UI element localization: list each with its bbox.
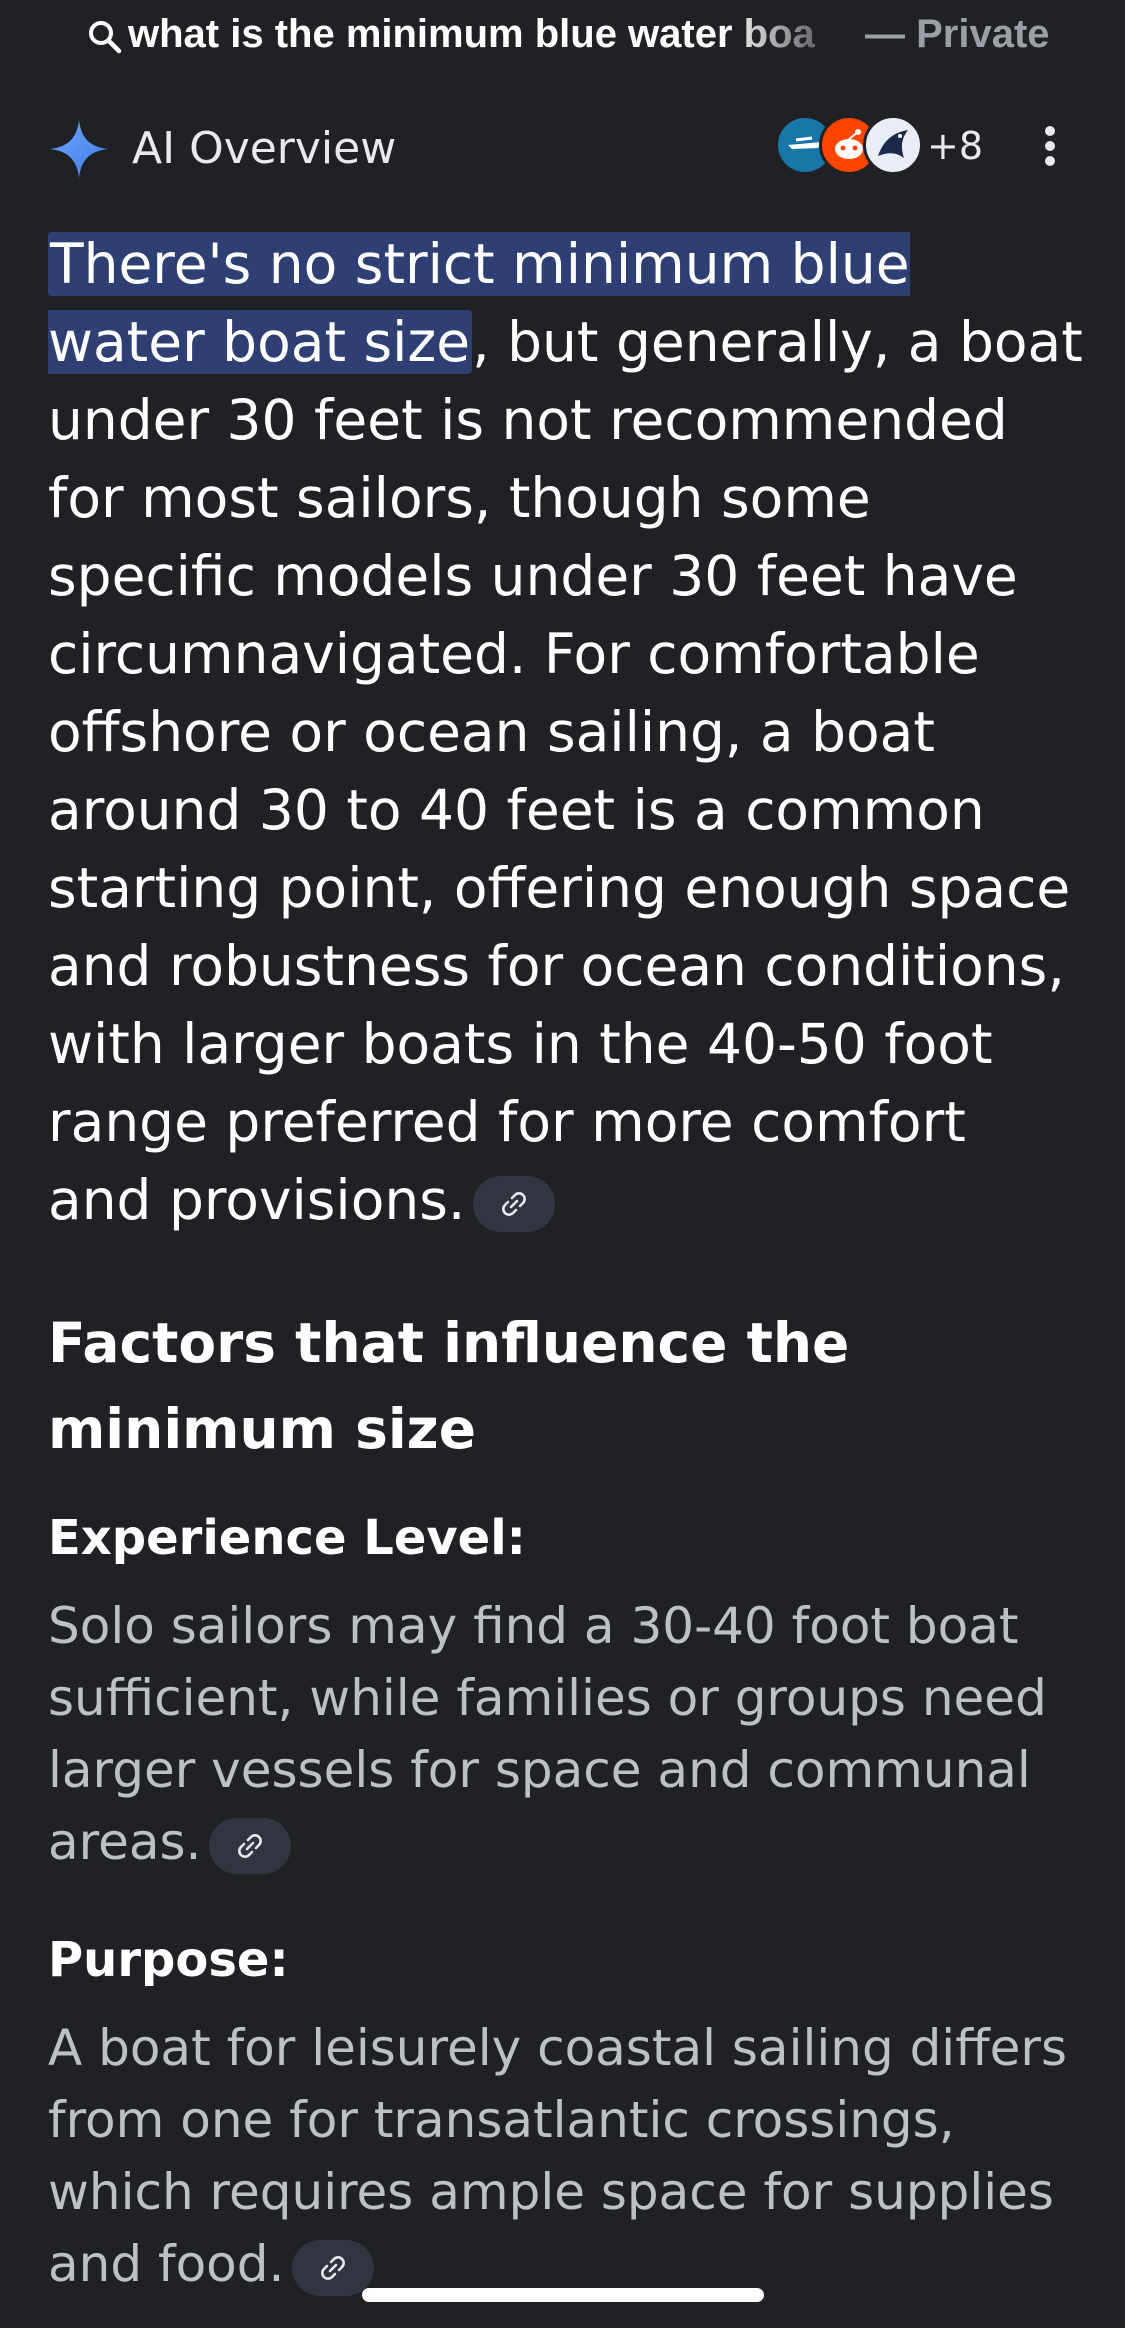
- factor-body-experience: Solo sailors may find a 30-40 foot boat …: [48, 1590, 1078, 1878]
- source-avatar-eagle[interactable]: [863, 115, 923, 175]
- ai-overview-header: AI Overview +8: [0, 110, 1125, 184]
- ai-overview-title: AI Overview: [132, 123, 397, 174]
- source-link-button[interactable]: [473, 1175, 556, 1232]
- factor-text: Solo sailors may find a 30-40 foot boat …: [48, 1597, 1047, 1871]
- home-indicator[interactable]: [362, 2288, 764, 2302]
- source-avatars[interactable]: +8: [775, 113, 995, 183]
- sparkle-icon: [50, 120, 108, 178]
- more-sources-count[interactable]: +8: [927, 115, 983, 177]
- link-icon: [321, 2255, 346, 2280]
- eagle-logo-icon: [878, 130, 908, 158]
- summary-text: , but generally, a boat under 30 feet is…: [48, 310, 1083, 1232]
- factors-heading: Factors that influence the minimum size: [48, 1311, 850, 1461]
- private-mode-label: — Private: [865, 12, 1050, 56]
- factor-text: A boat for leisurely coastal sailing dif…: [48, 2019, 1068, 2293]
- search-bar[interactable]: what is the minimum blue water boa — Pri…: [0, 0, 1125, 70]
- factor-title-purpose: Purpose:: [48, 1932, 289, 1988]
- ai-overview-summary: There's no strict minimum blue water boa…: [48, 225, 1083, 1239]
- link-icon: [502, 1191, 527, 1216]
- search-query[interactable]: what is the minimum blue water boa: [128, 8, 858, 60]
- source-link-button[interactable]: [209, 1817, 292, 1874]
- search-icon: [89, 21, 122, 54]
- source-link-button[interactable]: [292, 2239, 375, 2296]
- factor-title-experience: Experience Level:: [48, 1510, 526, 1566]
- link-icon: [238, 1833, 263, 1858]
- more-vert-icon[interactable]: [1030, 116, 1070, 176]
- factor-body-purpose: A boat for leisurely coastal sailing dif…: [48, 2012, 1078, 2300]
